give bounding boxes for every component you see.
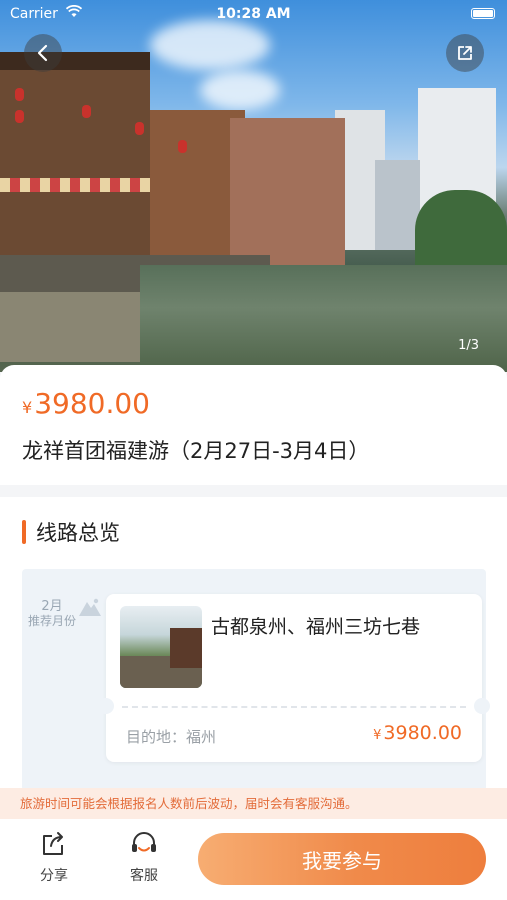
trees bbox=[415, 190, 507, 270]
section-accent-bar bbox=[22, 520, 26, 544]
section-title-text: 线路总览 bbox=[36, 521, 120, 545]
product-title: 龙祥首团福建游（2月27日-3月4日） bbox=[22, 439, 370, 463]
clock: 10:28 AM bbox=[216, 6, 291, 22]
brick-building bbox=[230, 118, 345, 268]
currency-symbol: ¥ bbox=[22, 398, 33, 417]
canal-water bbox=[140, 265, 507, 372]
join-button[interactable]: 我要参与 bbox=[198, 833, 486, 885]
lantern bbox=[178, 140, 187, 153]
route-price-value: 3980.00 bbox=[383, 722, 462, 744]
route-name: 古都泉州、福州三坊七巷 bbox=[211, 616, 421, 638]
share-button[interactable]: 分享 bbox=[24, 831, 84, 885]
share-icon bbox=[458, 46, 472, 60]
month-caption: 推荐月份 bbox=[27, 614, 76, 628]
hero-carousel[interactable] bbox=[0, 0, 507, 372]
share-top-button[interactable] bbox=[446, 34, 484, 72]
headset-icon bbox=[132, 832, 156, 852]
bunting bbox=[0, 178, 150, 192]
roof bbox=[0, 52, 150, 70]
back-button[interactable] bbox=[24, 34, 62, 72]
route-card[interactable]: 古都泉州、福州三坊七巷 目的地：福州 ¥3980.00 bbox=[98, 594, 490, 762]
route-panel: 2月 推荐月份 古都泉州、福州三坊七巷 目的地：福州 ¥3980.00 bbox=[22, 569, 490, 791]
price-value: 3980.00 bbox=[34, 387, 150, 420]
status-bar: Carrier 10:28 AM bbox=[0, 0, 507, 28]
ticket-notch-right bbox=[474, 698, 490, 714]
route-price: ¥3980.00 bbox=[373, 722, 462, 744]
cloud bbox=[200, 70, 280, 110]
ticket-notch-left bbox=[98, 698, 114, 714]
route-thumbnail bbox=[120, 606, 202, 688]
building bbox=[375, 160, 420, 250]
service-label: 客服 bbox=[130, 868, 158, 884]
lantern bbox=[15, 110, 24, 123]
lantern bbox=[135, 122, 144, 135]
section-title: 线路总览 bbox=[22, 517, 120, 547]
route-overview-section: 线路总览 2月 推荐月份 古都泉州、福州三坊七巷 目的地：福州 ¥3980.00 bbox=[0, 497, 507, 797]
product-summary: ¥3980.00 龙祥首团福建游（2月27日-3月4日） bbox=[0, 365, 507, 485]
lantern bbox=[15, 88, 24, 101]
bottom-action-bar: 分享 客服 我要参与 bbox=[0, 819, 507, 900]
notice-banner: 旅游时间可能会根据报名人数前后波动，届时会有客服沟通。 bbox=[0, 788, 507, 819]
route-destination: 目的地：福州 bbox=[126, 728, 217, 746]
month-value: 2月 bbox=[41, 599, 63, 614]
currency-symbol: ¥ bbox=[373, 728, 382, 743]
product-price: ¥3980.00 bbox=[22, 387, 150, 420]
recommended-month: 2月 推荐月份 bbox=[22, 599, 82, 629]
battery-icon bbox=[471, 8, 495, 19]
image-counter: 1/3 bbox=[458, 338, 479, 353]
divider bbox=[122, 706, 466, 708]
mountain-icon bbox=[79, 598, 101, 616]
wooden-building bbox=[0, 52, 150, 282]
customer-service-button[interactable]: 客服 bbox=[114, 831, 174, 885]
lantern bbox=[82, 105, 91, 118]
share-label: 分享 bbox=[40, 868, 68, 884]
share-out-icon bbox=[43, 832, 63, 855]
back-icon bbox=[37, 44, 48, 62]
